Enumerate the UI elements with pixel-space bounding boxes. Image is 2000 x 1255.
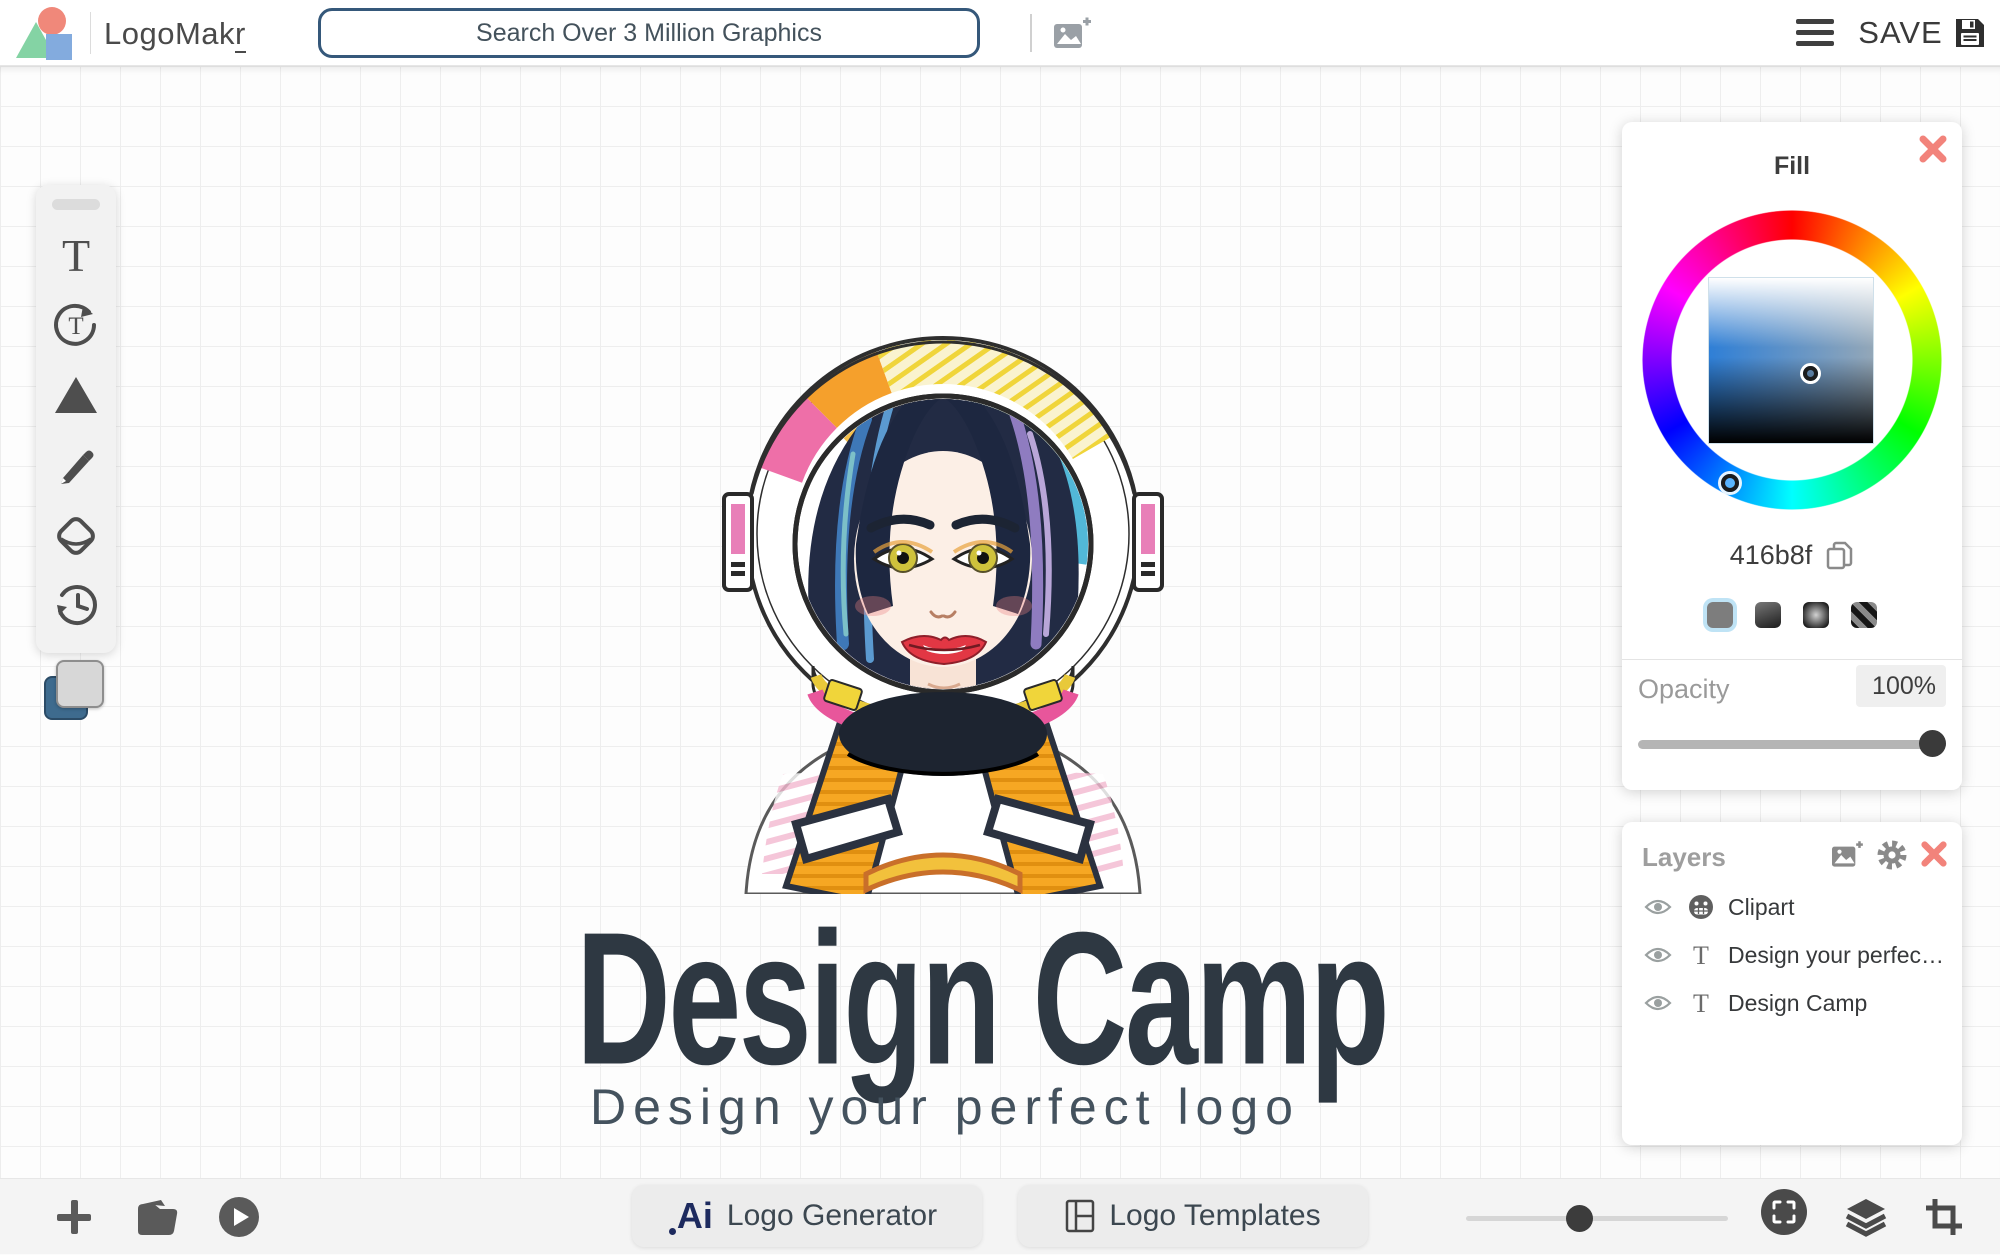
copy-icon[interactable]: [1826, 541, 1854, 571]
crop-button[interactable]: [1924, 1179, 1964, 1255]
logo-title-text[interactable]: Design Camp: [576, 890, 1390, 1107]
zoom-slider[interactable]: [1466, 1205, 1728, 1232]
layer-row-tagline[interactable]: T Design your perfec…: [1622, 932, 1962, 978]
visibility-eye-icon[interactable]: [1644, 897, 1672, 917]
close-icon[interactable]: [1920, 840, 1948, 868]
linear-gradient-swatch[interactable]: [1755, 602, 1781, 628]
eraser-tool-button[interactable]: [48, 500, 104, 570]
layers-stack-icon: [1845, 1199, 1887, 1237]
hex-color-value[interactable]: 416b8f: [1730, 540, 1813, 571]
opacity-slider-handle[interactable]: [1919, 730, 1946, 757]
opacity-slider-track[interactable]: [1638, 740, 1946, 749]
eraser-icon: [57, 517, 95, 555]
zoom-slider-track[interactable]: [1466, 1216, 1728, 1221]
stroke-color-swatch[interactable]: [56, 660, 104, 708]
open-file-button[interactable]: [134, 1179, 180, 1255]
draw-tool-button[interactable]: [48, 430, 104, 500]
pencil-icon: [61, 450, 94, 484]
tutorial-play-button[interactable]: [218, 1179, 260, 1255]
right-earpod: [1132, 492, 1164, 592]
brand-name[interactable]: LogoMakr: [104, 16, 246, 53]
logo-generator-button[interactable]: Ai Logo Generator: [632, 1185, 982, 1247]
layers-panel: Layers Clipart T Design your perfec… T D…: [1622, 822, 1962, 1145]
svg-text:T: T: [62, 231, 90, 279]
toolbar-drag-handle[interactable]: [52, 199, 100, 210]
pattern-fill-swatch[interactable]: [1851, 602, 1877, 628]
layers-panel-title: Layers: [1642, 842, 1726, 872]
left-earpod: [722, 492, 754, 592]
svg-text:T: T: [1693, 990, 1709, 1016]
fit-screen-icon: [1772, 1200, 1796, 1224]
saturation-square[interactable]: [1708, 277, 1874, 444]
play-icon: [219, 1197, 259, 1237]
floppy-disk-icon: [1955, 19, 1984, 47]
curved-text-tool-icon: T: [54, 303, 96, 346]
text-tool-icon: T: [62, 231, 90, 279]
layer-label: Clipart: [1728, 893, 1795, 920]
panel-divider: [1622, 659, 1962, 660]
radial-gradient-swatch[interactable]: [1803, 602, 1829, 628]
svg-text:T: T: [1693, 942, 1709, 968]
opacity-value-field[interactable]: 100%: [1856, 665, 1946, 707]
fill-panel: Fill 416b8f Opacity 100%: [1622, 122, 1962, 790]
fill-panel-title: Fill: [1773, 152, 1811, 180]
logo-templates-button[interactable]: Logo Templates: [1018, 1185, 1368, 1247]
clipart-face-icon: [1689, 895, 1713, 919]
solid-fill-swatch[interactable]: [1707, 602, 1733, 628]
history-clock-icon: [57, 585, 97, 625]
text-layer-icon: T: [1693, 990, 1709, 1016]
layer-label: Design Camp: [1728, 989, 1868, 1016]
add-image-layer-icon[interactable]: [1830, 840, 1864, 870]
gear-icon[interactable]: [1876, 839, 1908, 871]
layer-row-clipart[interactable]: Clipart: [1622, 884, 1962, 930]
layer-row-title[interactable]: T Design Camp: [1622, 980, 1962, 1026]
triangle-shape-icon: [55, 377, 97, 413]
header-divider: [1030, 14, 1032, 52]
opacity-label: Opacity: [1638, 674, 1730, 704]
ai-icon: Ai: [668, 1195, 713, 1236]
shapes-tool-button[interactable]: [48, 360, 104, 430]
history-tool-button[interactable]: [48, 570, 104, 640]
upload-image-icon[interactable]: [1052, 16, 1092, 52]
save-button[interactable]: SAVE: [1845, 4, 2000, 62]
template-layout-icon: [1066, 1199, 1095, 1233]
fit-to-screen-button[interactable]: [1761, 1189, 1807, 1235]
layers-toggle-button[interactable]: [1845, 1179, 1887, 1255]
fill-style-swatches: [1622, 602, 1962, 628]
color-swatch-stack[interactable]: [40, 658, 110, 728]
crop-icon: [1926, 1199, 1962, 1235]
text-tool-button[interactable]: T: [48, 220, 104, 290]
svg-text:T: T: [68, 313, 83, 340]
plus-icon: [57, 1200, 91, 1234]
visibility-eye-icon[interactable]: [1644, 945, 1672, 965]
text-layer-icon: T: [1693, 942, 1709, 968]
zoom-slider-handle[interactable]: [1565, 1205, 1593, 1232]
logo-tagline-text[interactable]: Design your perfect logo: [495, 1078, 1395, 1136]
new-design-button[interactable]: [54, 1179, 94, 1255]
menu-icon[interactable]: [1796, 19, 1834, 47]
visibility-eye-icon[interactable]: [1644, 993, 1672, 1013]
saturation-marker[interactable]: [1803, 366, 1818, 381]
folder-icon: [138, 1200, 178, 1235]
astronaut-clipart[interactable]: [688, 214, 1198, 894]
curved-text-tool-button[interactable]: T: [48, 290, 104, 360]
opacity-slider[interactable]: [1638, 730, 1946, 758]
bottom-toolbar: Ai Logo Generator Logo Templates: [0, 1178, 2000, 1254]
top-header: LogoMakr SAVE: [0, 0, 2000, 66]
save-button-label: SAVE: [1858, 15, 1943, 50]
layer-label: Design your perfec…: [1728, 941, 1945, 968]
header-divider: [90, 12, 91, 54]
tools-toolbar: T T: [36, 185, 116, 653]
search-input[interactable]: [318, 8, 980, 58]
hue-marker[interactable]: [1721, 474, 1739, 492]
logomakr-logo-icon[interactable]: [14, 6, 80, 62]
